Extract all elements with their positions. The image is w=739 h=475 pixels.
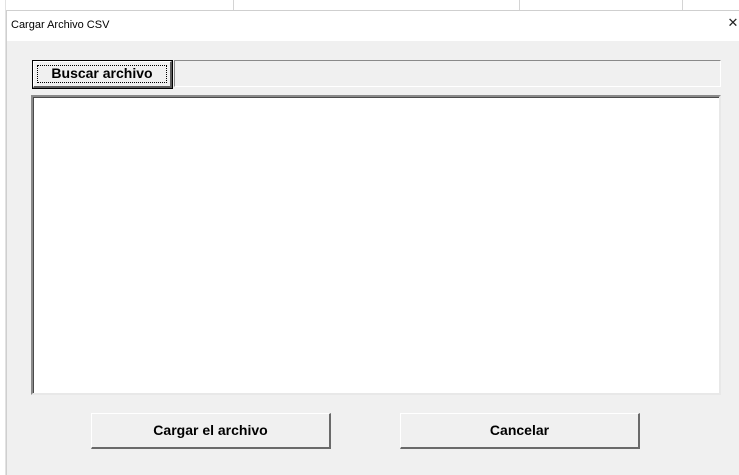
csv-preview-box[interactable] — [31, 95, 721, 395]
load-csv-dialog: Cargar Archivo CSV ✕ Buscar archivo Carg… — [6, 10, 739, 475]
browse-file-button-label: Buscar archivo — [51, 65, 153, 81]
cancel-button[interactable]: Cancelar — [400, 413, 640, 449]
load-file-button[interactable]: Cargar el archivo — [91, 413, 331, 449]
column-gridline — [682, 0, 683, 10]
file-path-field[interactable] — [174, 60, 721, 87]
title-bar[interactable]: Cargar Archivo CSV ✕ — [7, 11, 739, 41]
column-gridline — [519, 0, 520, 10]
browse-file-button[interactable]: Buscar archivo — [33, 61, 172, 88]
close-icon[interactable]: ✕ — [726, 14, 739, 32]
dialog-title: Cargar Archivo CSV — [11, 19, 110, 31]
column-gridline — [233, 0, 234, 10]
